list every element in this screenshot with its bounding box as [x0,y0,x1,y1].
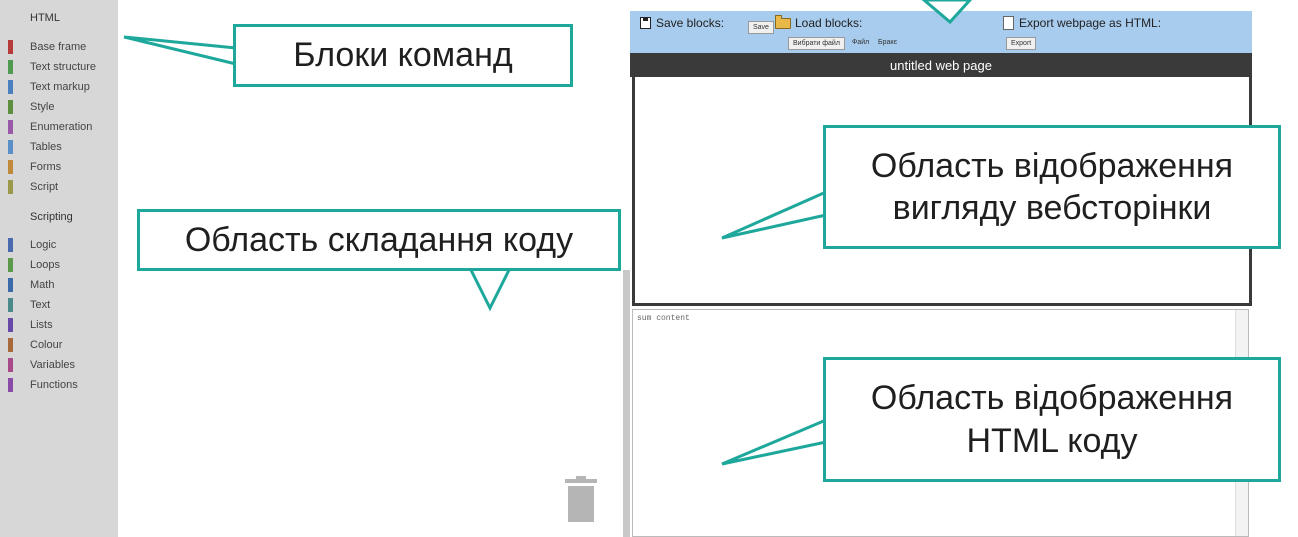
category-color-bar [8,338,13,352]
page-title: untitled web page [890,57,992,73]
load-label: Load blocks: [795,16,863,30]
category-label: Text structure [30,61,97,73]
toolbox-category-text-structure[interactable]: Text structure [8,58,118,76]
category-label: Math [30,279,55,291]
load-group: Load blocks: [775,14,863,30]
toolbox-category-lists[interactable]: Lists [8,316,118,334]
toolbox-category-enumeration[interactable]: Enumeration [8,118,118,136]
category-color-bar [8,80,13,94]
callout-blocks: Блоки команд [233,24,573,87]
category-color-bar [8,100,13,114]
page-title-bar: untitled web page [630,53,1252,77]
category-label: Colour [30,339,63,351]
callout-preview: Область відображення вигляду вебсторінки [823,125,1281,249]
category-color-bar [8,140,13,154]
category-label: Forms [30,161,62,173]
category-label: Text [30,299,51,311]
save-label: Save blocks: [656,16,725,30]
category-label: Variables [30,359,76,371]
toolbox-header-scripting: Scripting [30,211,73,223]
category-label: Style [30,101,55,113]
toolbox-category-style[interactable]: Style [8,98,118,116]
category-color-bar [8,60,13,74]
toolbox-category-tables[interactable]: Tables [8,138,118,156]
callout-preview-line-1: Область відображення [870,146,1234,185]
category-label: Functions [30,379,78,391]
export-label: Export webpage as HTML: [1019,16,1162,30]
category-label: Text markup [30,81,90,93]
save-button[interactable]: Save [748,21,774,34]
toolbox-category-functions[interactable]: Functions [8,376,118,394]
category-color-bar [8,378,13,392]
category-color-bar [8,298,13,312]
toolbox-header-html: HTML [30,12,60,24]
category-color-bar [8,278,13,292]
toolbar: Save blocks: Save Load blocks: Вибрати ф… [630,11,1252,53]
category-label: Base frame [30,41,87,53]
toolbox-category-script[interactable]: Script [8,178,118,196]
save-group: Save blocks: [640,16,724,30]
category-color-bar [8,40,13,54]
toolbox-category-text-markup[interactable]: Text markup [8,78,118,96]
toolbox-category-colour[interactable]: Colour [8,336,118,354]
category-color-bar [8,358,13,372]
callout-html-line-2: HTML коду [966,421,1138,460]
category-label: Script [30,181,59,193]
toolbox: HTML Base frame Text structure Text mark… [0,0,118,537]
category-label: Lists [30,319,53,331]
category-color-bar [8,120,13,134]
category-label: Logic [30,239,57,251]
toolbox-category-loops[interactable]: Loops [8,256,118,274]
callout-html-code: Область відображення HTML коду [823,357,1281,482]
save-disk-icon [640,17,651,29]
toolbox-category-forms[interactable]: Forms [8,158,118,176]
file-status-1: Файл [852,39,870,46]
callout-preview-line-2: вигляду вебсторінки [892,189,1212,227]
toolbox-category-variables[interactable]: Variables [8,356,118,374]
export-button[interactable]: Export [1006,37,1037,50]
choose-file-button[interactable]: Вибрати файл [788,37,845,50]
category-color-bar [8,318,13,332]
code-text: sum content [637,314,690,323]
category-label: Enumeration [30,121,93,133]
trash-icon[interactable] [564,476,598,522]
category-color-bar [8,258,13,272]
callout-html-line-1: Область відображення [870,379,1234,417]
category-color-bar [8,238,13,252]
toolbox-category-math[interactable]: Math [8,276,118,294]
folder-icon [775,14,791,29]
toolbox-category-base-frame[interactable]: Base frame [8,38,118,56]
export-group: Export webpage as HTML: [1003,16,1161,30]
category-color-bar [8,180,13,194]
workspace-scrollbar[interactable] [623,270,630,537]
toolbox-category-logic[interactable]: Logic [8,236,118,254]
category-label: Loops [30,259,60,271]
callout-composition: Область складання коду [137,209,621,271]
document-icon [1003,16,1014,30]
toolbox-category-text[interactable]: Text [8,296,118,314]
category-color-bar [8,160,13,174]
file-status-2: Бракє [878,39,898,46]
category-label: Tables [30,141,62,153]
